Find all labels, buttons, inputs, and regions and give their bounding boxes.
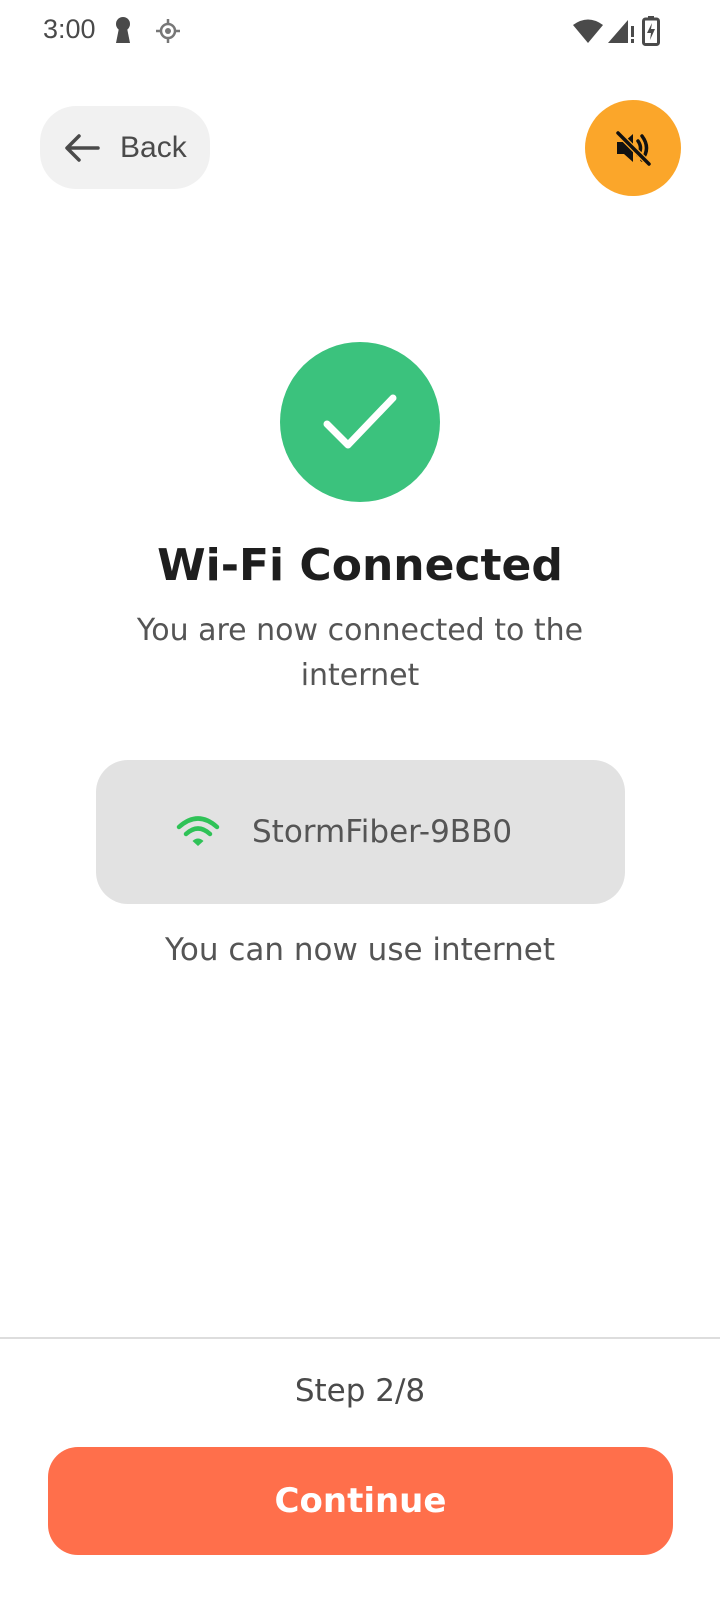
connection-note: You can now use internet xyxy=(165,932,555,968)
status-bar: 3:00 xyxy=(0,0,720,64)
arrow-left-icon xyxy=(64,133,100,163)
check-icon xyxy=(323,392,397,452)
back-button[interactable]: Back xyxy=(40,106,210,189)
network-name: StormFiber-9BB0 xyxy=(252,814,513,850)
wifi-signal-icon xyxy=(572,18,604,48)
location-icon xyxy=(155,18,181,48)
page-title: Wi-Fi Connected xyxy=(157,540,563,591)
continue-button[interactable]: Continue xyxy=(48,1447,673,1555)
volume-off-icon xyxy=(613,128,653,168)
status-time: 3:00 xyxy=(43,14,96,44)
back-label: Back xyxy=(120,130,187,164)
wifi-icon xyxy=(176,815,220,849)
cell-signal-icon xyxy=(606,18,636,48)
battery-charging-icon xyxy=(642,16,660,50)
page-subtitle: You are now connected to the internet xyxy=(136,613,584,693)
step-indicator: Step 2/8 xyxy=(294,1373,426,1409)
success-badge xyxy=(280,342,440,502)
footer-divider xyxy=(0,1337,720,1339)
network-card: StormFiber-9BB0 xyxy=(96,760,625,904)
mute-button[interactable] xyxy=(585,100,681,196)
keyhole-icon xyxy=(114,16,132,48)
